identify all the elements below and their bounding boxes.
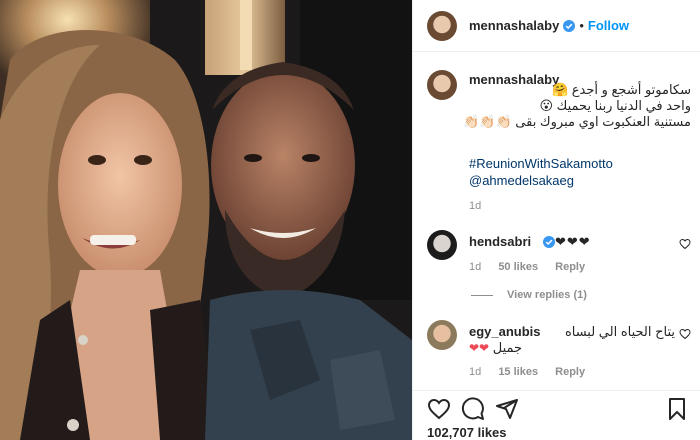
replies-divider — [471, 294, 493, 296]
verified-badge-icon — [543, 236, 555, 248]
post-actions: 102,707 likes — [413, 390, 700, 440]
comment-icon[interactable] — [461, 397, 485, 421]
like-comment-heart-icon[interactable] — [679, 328, 691, 340]
like-comment-heart-icon[interactable] — [679, 238, 691, 250]
post-header: mennashalaby • Follow — [413, 0, 700, 52]
caption-line: واحد في الدنيا ربنا يحميك 😮 — [539, 98, 692, 113]
heart-icon[interactable] — [427, 397, 451, 421]
post-side-panel: mennashalaby • Follow mennashalaby سكامو… — [412, 0, 700, 440]
post-caption: mennashalaby سكاموتو أشجع و أجدع 🤗 واحد … — [427, 70, 691, 129]
caption-time: 1d — [469, 200, 482, 212]
reply-button[interactable]: Reply — [555, 366, 585, 378]
follow-button[interactable]: Follow — [588, 18, 629, 33]
mention-link[interactable]: @ahmedelsakaeg — [469, 173, 574, 189]
caption-text: سكاموتو أشجع و أجدع 🤗 واحد في الدنيا ربن… — [441, 82, 691, 130]
reply-button[interactable]: Reply — [555, 261, 585, 273]
view-replies-label: View replies (1) — [507, 289, 587, 301]
bookmark-icon[interactable] — [665, 397, 689, 421]
likes-count[interactable]: 102,707 likes — [427, 425, 507, 440]
comment-hearts: ❤❤ — [469, 341, 490, 355]
header-separator: • — [579, 18, 584, 33]
author-avatar[interactable] — [427, 10, 457, 41]
verified-badge-icon — [563, 19, 576, 32]
comment-time: 1d — [469, 366, 482, 378]
comment-meta: 1d 15 likes Reply — [469, 366, 599, 378]
commenter-avatar[interactable] — [427, 230, 457, 260]
caption-line: سكاموتو أشجع و أجدع 🤗 — [551, 82, 691, 97]
commenter-username[interactable]: hendsabri — [469, 234, 531, 249]
commenter-username[interactable]: egy_anubis — [469, 324, 541, 339]
comment-text-line2: ❤❤ جميل — [469, 340, 522, 356]
comment-text: ❤❤❤ — [555, 234, 591, 249]
comment-time: 1d — [469, 261, 482, 273]
caption-line: مستنية العنكبوت اوي مبروك بقى 👏🏻👏🏻👏🏻 — [463, 114, 691, 129]
selfie-photo — [0, 0, 412, 440]
comment-likes[interactable]: 50 likes — [498, 261, 538, 273]
comment-text-word: جميل — [492, 340, 523, 355]
comment-likes[interactable]: 15 likes — [498, 366, 538, 378]
post-photo[interactable] — [0, 0, 412, 440]
commenter-avatar[interactable] — [427, 320, 457, 350]
share-icon[interactable] — [495, 397, 519, 421]
comment-meta: 1d 50 likes Reply — [469, 261, 599, 273]
comment-text: يتاح الحياه الي لبساه — [564, 324, 675, 339]
hashtag-link[interactable]: #ReunionWithSakamotto — [469, 156, 613, 172]
author-username[interactable]: mennashalaby — [469, 18, 559, 33]
view-replies-button[interactable]: View replies (1) — [471, 289, 587, 301]
